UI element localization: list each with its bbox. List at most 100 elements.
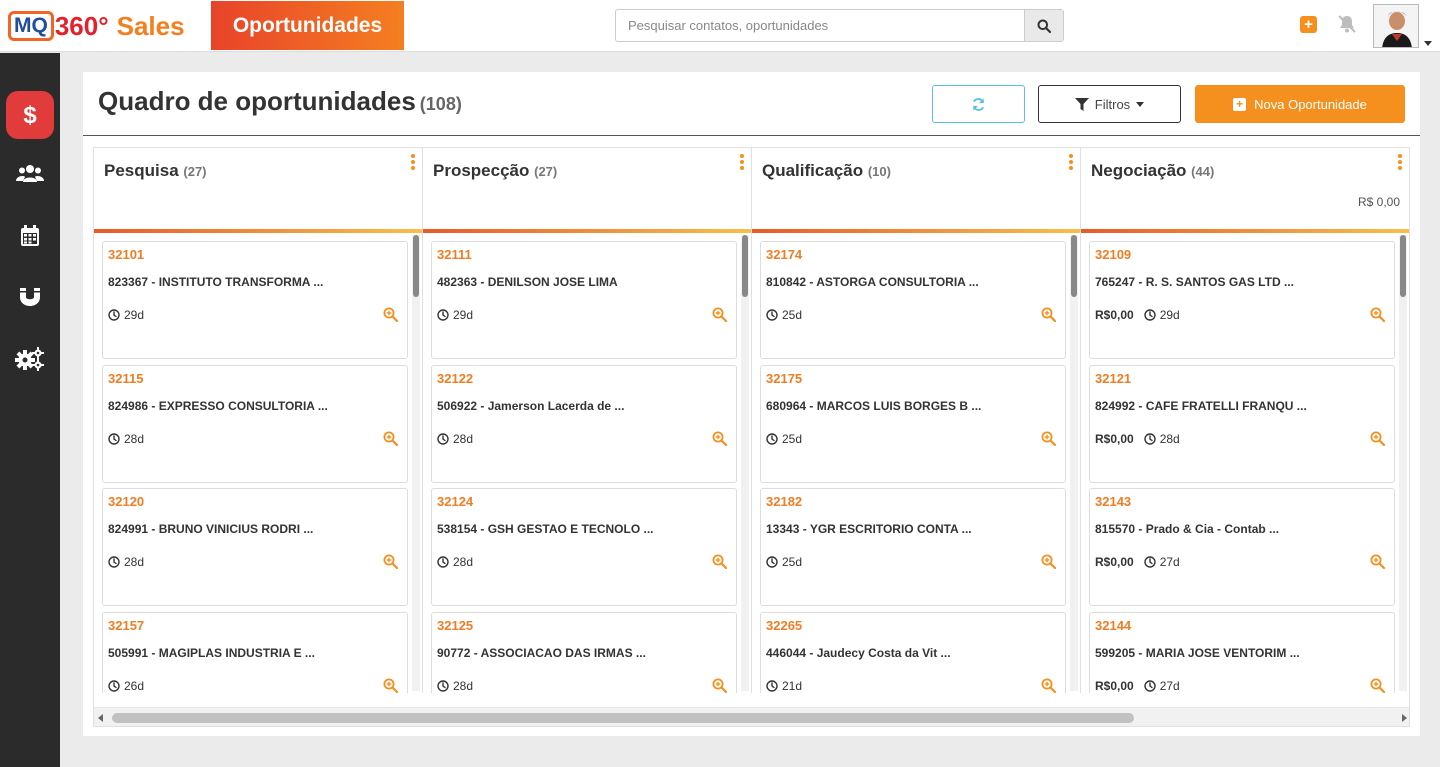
zoom-in-icon[interactable] — [712, 678, 727, 693]
sidebar-item-leads[interactable] — [6, 273, 54, 321]
opportunity-card[interactable]: 32175 680964 - MARCOS LUIS BORGES B ... … — [760, 364, 1066, 483]
opportunity-meta: R$0,00 29d — [1095, 308, 1180, 322]
opportunity-card[interactable]: 32157 505991 - MAGIPLAS INDUSTRIA E ... … — [102, 611, 408, 693]
zoom-in-icon[interactable] — [1370, 554, 1385, 569]
avatar[interactable] — [1373, 4, 1419, 48]
plus-square-icon[interactable]: + — [1300, 16, 1317, 33]
column-title: Qualificação (10) — [762, 161, 891, 181]
app-logo[interactable]: MQ 360° Sales — [8, 6, 185, 46]
zoom-in-icon[interactable] — [712, 554, 727, 569]
horizontal-scroll-thumb[interactable] — [112, 713, 1134, 723]
opportunity-meta: R$0,00 27d — [1095, 555, 1180, 569]
zoom-in-icon[interactable] — [383, 554, 398, 569]
sidebar-item-calendar[interactable] — [6, 212, 54, 260]
opportunity-id[interactable]: 32101 — [108, 247, 144, 262]
sidebar-item-opportunities[interactable]: $ — [6, 91, 54, 139]
horizontal-scrollbar[interactable] — [94, 707, 1409, 726]
column-scroll-thumb[interactable] — [742, 235, 748, 297]
zoom-in-icon[interactable] — [1370, 678, 1385, 693]
sidebar-item-settings[interactable] — [6, 335, 54, 383]
opportunity-id[interactable]: 32265 — [766, 618, 802, 633]
opportunity-card[interactable]: 32111 482363 - DENILSON JOSE LIMA 29d — [431, 241, 737, 359]
opportunity-card[interactable]: 32182 13343 - YGR ESCRITORIO CONTA ... 2… — [760, 488, 1066, 606]
opportunity-card[interactable]: 32109 765247 - R. S. SANTOS GAS LTD ... … — [1089, 241, 1395, 359]
opportunity-card[interactable]: 32125 90772 - ASSOCIACAO DAS IRMAS ... 2… — [431, 611, 737, 693]
opportunity-card[interactable]: 32143 815570 - Prado & Cia - Contab ... … — [1089, 488, 1395, 606]
search-icon — [1037, 19, 1051, 33]
opportunity-card[interactable]: 32121 824992 - CAFE FRATELLI FRANQU ... … — [1089, 364, 1395, 483]
zoom-in-icon[interactable] — [712, 307, 727, 322]
kebab-menu-icon[interactable] — [1398, 154, 1402, 172]
zoom-in-icon[interactable] — [1041, 554, 1056, 569]
zoom-in-icon[interactable] — [1041, 678, 1056, 693]
logo-360: 360° — [54, 10, 109, 41]
column-scrollbar[interactable] — [412, 235, 420, 691]
zoom-in-icon[interactable] — [1370, 307, 1385, 322]
column-scroll-thumb[interactable] — [1400, 235, 1406, 297]
zoom-in-icon[interactable] — [383, 431, 398, 446]
opportunity-id[interactable]: 32143 — [1095, 494, 1131, 509]
opportunity-id[interactable]: 32174 — [766, 247, 802, 262]
opportunity-id[interactable]: 32122 — [437, 371, 473, 386]
kebab-menu-icon[interactable] — [740, 154, 744, 172]
zoom-in-icon[interactable] — [1370, 431, 1385, 446]
caret-down-icon[interactable] — [1424, 41, 1432, 46]
opportunity-card[interactable]: 32265 446044 - Jaudecy Costa da Vit ... … — [760, 611, 1066, 693]
column-scroll-thumb[interactable] — [413, 235, 419, 297]
opportunity-id[interactable]: 32121 — [1095, 371, 1131, 386]
column-count: (27) — [183, 164, 207, 179]
opportunity-id[interactable]: 32144 — [1095, 618, 1131, 633]
opportunity-age: 29d — [1159, 308, 1180, 322]
scroll-right-arrow[interactable] — [1402, 714, 1407, 722]
opportunity-id[interactable]: 32125 — [437, 618, 473, 633]
column-scrollbar[interactable] — [1070, 235, 1078, 691]
opportunity-meta: 26d — [108, 679, 144, 693]
kebab-menu-icon[interactable] — [1069, 154, 1073, 172]
opportunity-card[interactable]: 32122 506922 - Jamerson Lacerda de ... 2… — [431, 364, 737, 483]
opportunity-age: 21d — [782, 678, 803, 693]
opportunity-card[interactable]: 32124 538154 - GSH GESTAO E TECNOLO ... … — [431, 488, 737, 606]
zoom-in-icon[interactable] — [383, 678, 398, 693]
opportunity-meta: R$0,00 27d — [1095, 679, 1180, 693]
column-count: (44) — [1191, 164, 1215, 179]
opportunity-meta: 25d — [766, 308, 802, 322]
opportunity-id[interactable]: 32109 — [1095, 247, 1131, 262]
opportunity-value: R$0,00 — [1095, 555, 1134, 569]
filters-dropdown-button[interactable]: Filtros — [1038, 85, 1181, 123]
refresh-icon — [972, 97, 985, 111]
column-scroll-thumb[interactable] — [1071, 235, 1077, 297]
users-icon — [16, 165, 44, 182]
caret-down-icon — [1136, 101, 1145, 107]
opportunity-id[interactable]: 32157 — [108, 618, 144, 633]
opportunity-card[interactable]: 32174 810842 - ASTORGA CONSULTORIA ... 2… — [760, 241, 1066, 359]
opportunity-id[interactable]: 32124 — [437, 494, 473, 509]
clock-icon — [1144, 309, 1156, 321]
opportunity-card[interactable]: 32144 599205 - MARIA JOSE VENTORIM ... R… — [1089, 611, 1395, 693]
zoom-in-icon[interactable] — [712, 431, 727, 446]
new-opportunity-button[interactable]: + Nova Oportunidade — [1195, 85, 1405, 123]
opportunity-id[interactable]: 32182 — [766, 494, 802, 509]
search-input[interactable] — [616, 10, 1024, 41]
sidebar-item-contacts[interactable] — [6, 150, 54, 198]
kanban-column-2: Qualificação (10) 32174 810842 - ASTORGA… — [752, 148, 1081, 693]
zoom-in-icon[interactable] — [383, 307, 398, 322]
kanban-board: Pesquisa (27) 32101 823367 - INSTITUTO T… — [93, 147, 1410, 727]
search-button[interactable] — [1024, 10, 1063, 41]
column-scrollbar[interactable] — [1399, 235, 1407, 691]
zoom-in-icon[interactable] — [1041, 431, 1056, 446]
scroll-left-arrow[interactable] — [98, 714, 103, 722]
opportunity-card[interactable]: 32101 823367 - INSTITUTO TRANSFORMA ... … — [102, 241, 408, 359]
bell-slash-icon[interactable] — [1336, 13, 1358, 35]
clock-icon — [1144, 556, 1156, 568]
column-scrollbar[interactable] — [741, 235, 749, 691]
opportunity-id[interactable]: 32120 — [108, 494, 144, 509]
opportunity-id[interactable]: 32175 — [766, 371, 802, 386]
opportunity-card[interactable]: 32120 824991 - BRUNO VINICIUS RODRI ... … — [102, 488, 408, 606]
opportunity-id[interactable]: 32111 — [437, 247, 472, 262]
refresh-button[interactable] — [932, 85, 1025, 123]
opportunity-id[interactable]: 32115 — [108, 371, 143, 386]
zoom-in-icon[interactable] — [1041, 307, 1056, 322]
opportunity-age: 28d — [453, 431, 474, 446]
opportunity-card[interactable]: 32115 824986 - EXPRESSO CONSULTORIA ... … — [102, 364, 408, 483]
kebab-menu-icon[interactable] — [411, 154, 415, 172]
